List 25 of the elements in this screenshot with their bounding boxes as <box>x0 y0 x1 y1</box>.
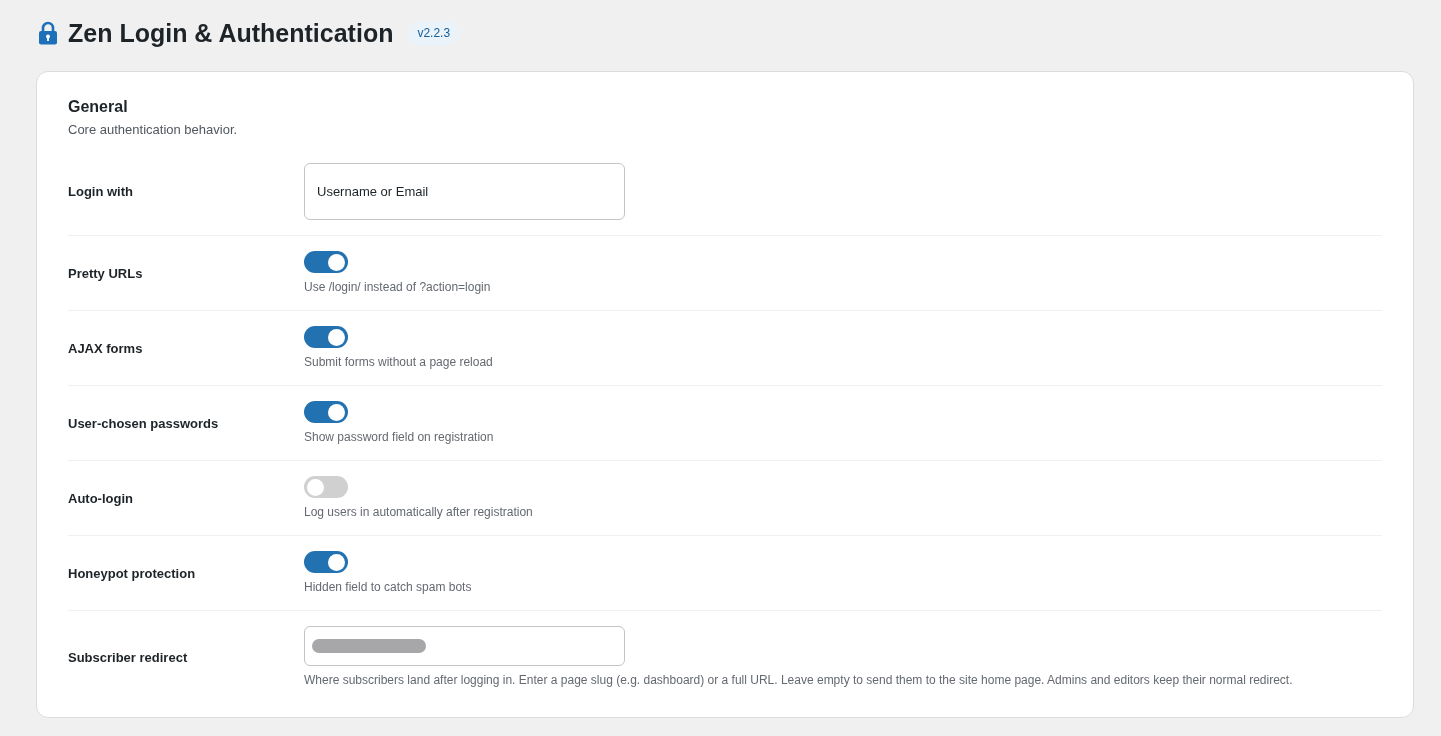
setting-description: Show password field on registration <box>304 429 494 445</box>
toggle-switch[interactable] <box>304 476 348 498</box>
toggle-switch[interactable] <box>304 551 348 573</box>
setting-description: Hidden field to catch spam bots <box>304 579 472 595</box>
setting-description: Use /login/ instead of ?action=login <box>304 279 491 295</box>
page-title: Zen Login & Authentication <box>68 18 394 48</box>
toggle-switch[interactable] <box>304 401 348 423</box>
setting-label: Pretty URLs <box>68 265 144 281</box>
section-title: General <box>68 98 129 116</box>
setting-description: Where subscribers land after logging in. Enter a page slug (e.g. dashboard) or a full URL. Leave empty to send them to the site home page. Admins and editors keep their normal redirect. <box>304 672 1293 688</box>
section-description: Core authentication behavior. <box>68 122 239 137</box>
toggle-switch[interactable] <box>304 326 348 348</box>
select-field[interactable]: Username or Email <box>304 163 625 220</box>
setting-description: Submit forms without a page reload <box>304 354 493 370</box>
setting-label: Subscriber redirect <box>68 649 189 665</box>
padlock-icon <box>38 21 58 45</box>
setting-label: Login with <box>68 184 134 199</box>
version-badge: v2.2.3 <box>408 21 460 45</box>
setting-label: Honeypot protection <box>68 565 197 581</box>
input-field[interactable] <box>304 626 625 666</box>
setting-label: Auto-login <box>68 490 134 506</box>
setting-label: User-chosen passwords <box>68 415 220 431</box>
setting-label: AJAX forms <box>68 340 144 356</box>
toggle-switch[interactable] <box>304 251 348 273</box>
setting-description: Log users in automatically after registration <box>304 504 533 520</box>
